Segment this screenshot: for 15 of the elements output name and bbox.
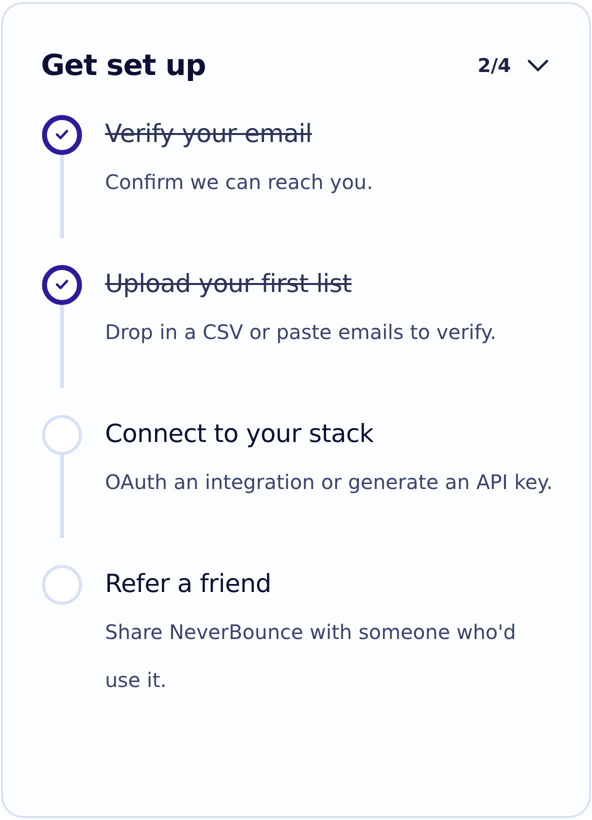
- check-icon: [55, 129, 69, 140]
- checked-circle[interactable]: [42, 264, 82, 304]
- step-title: Connect to your stack: [105, 418, 375, 450]
- check-icon: [55, 279, 69, 290]
- checked-circle[interactable]: [42, 114, 82, 154]
- chevron-icon[interactable]: [527, 58, 549, 73]
- step-title: Verify your email: [105, 118, 313, 150]
- progress-count: 2/4: [478, 54, 511, 78]
- card-title: Get set up: [41, 47, 206, 84]
- step-title: Refer a friend: [105, 568, 272, 600]
- step-description: Share NeverBounce with someone who'd use it.: [105, 618, 517, 694]
- step-description: Confirm we can reach you.: [105, 168, 373, 196]
- step-description: Drop in a CSV or paste emails to verify.: [105, 318, 496, 346]
- step-title: Upload your first list: [105, 268, 353, 300]
- step-description: OAuth an integration or generate an API key.: [105, 468, 553, 496]
